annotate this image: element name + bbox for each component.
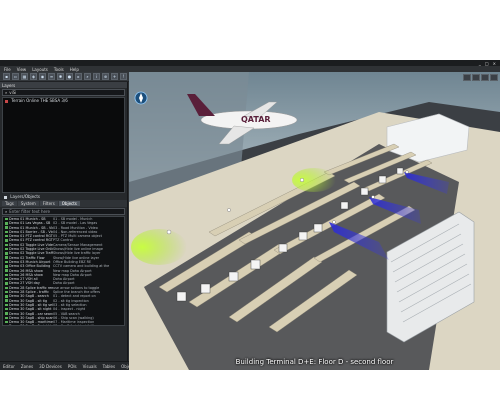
- record-icon[interactable]: ●: [66, 73, 73, 80]
- layer-search-value: viSi: [9, 90, 17, 95]
- menu-view[interactable]: View: [17, 67, 27, 72]
- status-dot-icon: [5, 269, 8, 272]
- grid-icon[interactable]: ▦: [21, 73, 28, 80]
- camera-icon[interactable]: ◉: [39, 73, 46, 80]
- tab-pois[interactable]: POIs: [68, 364, 77, 369]
- layer-search-input[interactable]: ⌕ viSi: [2, 89, 125, 96]
- menu-layouts[interactable]: Layouts: [32, 67, 48, 72]
- tree-item-label: Terrain Online THE SBSA 3/6: [11, 98, 68, 103]
- rotate-icon[interactable]: [463, 74, 471, 81]
- aircraft-livery-text: QATAR: [241, 115, 271, 124]
- pan-icon[interactable]: [472, 74, 480, 81]
- tab-editor[interactable]: Editor: [3, 364, 15, 369]
- compass-icon[interactable]: [134, 91, 148, 105]
- status-dot-icon: [5, 286, 8, 289]
- viewport-caption: Building Terminal D+E: Floor D - second …: [235, 358, 394, 366]
- tab-visuals[interactable]: Visuals: [83, 364, 97, 369]
- status-dot-icon: [5, 226, 8, 229]
- tab-tables[interactable]: Tables: [103, 364, 115, 369]
- zoom-icon[interactable]: [481, 74, 489, 81]
- tab-zones[interactable]: Zones: [21, 364, 33, 369]
- status-dot-icon: [5, 320, 8, 324]
- layers-icon[interactable]: ≡: [48, 73, 55, 80]
- tab-filters[interactable]: Filters: [39, 201, 58, 206]
- status-dot-icon: [5, 282, 8, 285]
- status-dot-icon: [5, 260, 8, 264]
- status-dot-icon: [5, 99, 8, 103]
- save-icon[interactable]: ▪: [3, 73, 10, 80]
- search-icon[interactable]: ⌕: [84, 73, 91, 80]
- status-dot-icon: [5, 316, 8, 320]
- viewport-toolbar: [463, 74, 498, 81]
- status-dot-icon: [5, 273, 8, 277]
- filter-input[interactable]: ⌕ Enter filter text here: [2, 208, 125, 215]
- status-dot-icon: [5, 243, 8, 247]
- tab-tags[interactable]: Tags: [2, 201, 17, 206]
- status-dot-icon: [5, 307, 8, 311]
- tab-3d-devices[interactable]: 3D Devices: [39, 364, 62, 369]
- info-icon[interactable]: i: [93, 73, 100, 80]
- filter-icon: ⌕: [5, 209, 8, 214]
- status-dot-icon: [5, 325, 8, 326]
- scene-svg: QATAR: [129, 72, 500, 370]
- camera-cone-green: [131, 229, 187, 265]
- alarm-icon[interactable]: !: [120, 73, 127, 80]
- status-dot-icon: [5, 222, 8, 225]
- filter-placeholder: Enter filter text here: [9, 209, 51, 214]
- menu-help[interactable]: Help: [70, 67, 79, 72]
- panel-tabs: Tags System Filters Objects: [0, 200, 127, 207]
- status-dot-icon: [5, 295, 8, 298]
- menu-file[interactable]: File: [4, 67, 11, 72]
- status-dot-icon: [5, 303, 8, 307]
- tab-objects[interactable]: Objects: [58, 201, 80, 206]
- search-icon: ⌕: [5, 90, 8, 95]
- status-dot-icon: [5, 299, 8, 302]
- checkbox-icon: [4, 195, 7, 199]
- target-icon[interactable]: ⊕: [102, 73, 109, 80]
- list-item[interactable]: Demo 30 SagB - Freight/map visibility08 …: [3, 324, 124, 326]
- layer-tree: Terrain Online THE SBSA 3/6: [2, 97, 125, 193]
- status-dot-icon: [5, 256, 8, 259]
- open-icon[interactable]: ▫: [12, 73, 19, 80]
- status-dot-icon: [5, 239, 8, 242]
- status-dot-icon: [5, 290, 8, 294]
- status-dot-icon: [5, 277, 8, 281]
- 3d-viewport[interactable]: QATAR Building Terminal D+E: Floor D - s…: [129, 72, 500, 370]
- status-dot-icon: [5, 312, 8, 315]
- left-panel: Layers ⌕ viSi Terrain Online THE SBSA 3/…: [0, 82, 128, 362]
- fullscreen-icon[interactable]: [490, 74, 498, 81]
- status-dot-icon: [5, 217, 8, 221]
- layers-checkbox[interactable]: Layers/Objects: [2, 194, 125, 199]
- status-dot-icon: [5, 252, 8, 255]
- status-dot-icon: [5, 265, 8, 268]
- camera-list: Demo 01 Munich - SB 01 - SB model - Munic…: [2, 216, 125, 326]
- layers-checkbox-label: Layers/Objects: [10, 194, 40, 199]
- status-dot-icon: [5, 247, 8, 251]
- camera-name: Demo 30 SagB - Freight/map visibility: [3, 324, 53, 326]
- zoom-icon[interactable]: +: [111, 73, 118, 80]
- map-icon[interactable]: ◈: [30, 73, 37, 80]
- tab-system[interactable]: System: [17, 201, 39, 206]
- status-dot-icon: [5, 234, 8, 238]
- tree-item[interactable]: Terrain Online THE SBSA 3/6: [3, 98, 124, 103]
- status-dot-icon: [5, 230, 8, 234]
- settings-icon[interactable]: ✱: [57, 73, 64, 80]
- panel-title: Layers: [0, 82, 127, 88]
- play-icon[interactable]: ▸: [75, 73, 82, 80]
- camera-description: 08 - SagB freight visibility: [53, 324, 123, 325]
- menu-tools[interactable]: Tools: [54, 67, 64, 72]
- camera-cone-green: [292, 168, 336, 192]
